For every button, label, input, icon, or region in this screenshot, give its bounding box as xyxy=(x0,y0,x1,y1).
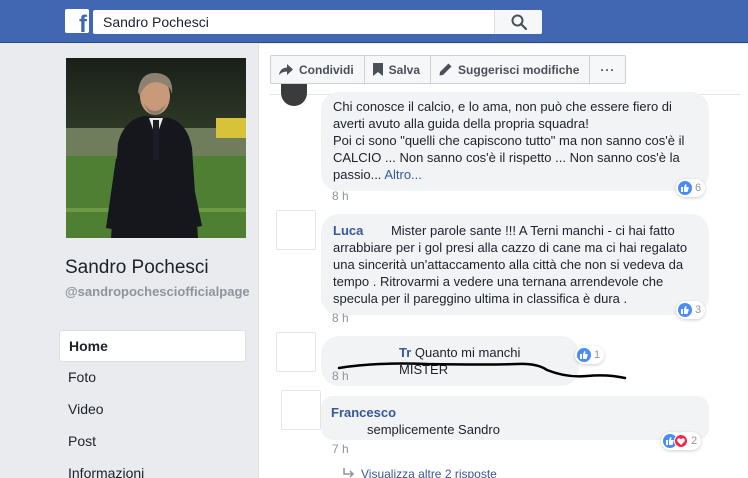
suggest-edits-label: Suggerisci modifiche xyxy=(458,62,580,77)
avatar[interactable] xyxy=(276,332,316,372)
search-icon xyxy=(511,14,527,30)
comment-text-line: passio... xyxy=(333,167,382,182)
avatar[interactable] xyxy=(276,210,316,250)
redaction-scribble xyxy=(337,362,627,380)
reactions-badge[interactable]: 2 xyxy=(661,432,702,450)
view-more-replies-label: Visualizza altre 2 risposte xyxy=(361,467,497,478)
comment-text: Mister parole sante !!! A Terni manchi -… xyxy=(333,223,688,306)
nav-item-video[interactable]: Video xyxy=(59,394,246,426)
comment-bubble: Francesco semplicemente Sandro xyxy=(321,396,709,440)
see-more-link[interactable]: Altro... xyxy=(384,167,422,182)
share-label: Condividi xyxy=(299,62,354,77)
comment-bubble: Chi conosce il calcio, e lo ama, non può… xyxy=(321,92,709,191)
page-title[interactable]: Sandro Pochesci xyxy=(65,257,209,279)
page-handle[interactable]: @sandropochescio​fficialp​age xyxy=(65,284,251,300)
nav-item-post[interactable]: Post xyxy=(59,426,246,458)
reactions-badge[interactable]: 3 xyxy=(676,301,706,319)
like-icon xyxy=(678,303,692,317)
bookmark-icon xyxy=(372,63,383,76)
comment-bubble: Luca Mister parole sante !!! A Terni man… xyxy=(321,214,709,315)
profile-photo-image xyxy=(66,58,246,238)
nav-item-foto[interactable]: Foto xyxy=(59,362,246,394)
comment-timestamp[interactable]: 8 h xyxy=(332,311,349,325)
suggest-edits-button[interactable]: Suggerisci modifiche xyxy=(430,55,591,84)
comment-text-line: averti avuto alla guida della propria sq… xyxy=(333,116,589,131)
comment-author[interactable]: Francesco xyxy=(331,404,697,421)
pencil-icon xyxy=(439,63,452,76)
action-bar: Condividi Salva Suggerisci modifiche ··· xyxy=(270,55,627,84)
profile-photo[interactable] xyxy=(66,58,246,238)
more-icon: ··· xyxy=(600,62,616,77)
reaction-count: 3 xyxy=(695,304,702,316)
nav-item-informazioni[interactable]: Informazioni xyxy=(59,458,246,478)
top-bar: f xyxy=(0,0,748,43)
facebook-logo[interactable]: f xyxy=(65,9,89,33)
like-icon xyxy=(678,181,692,195)
facebook-logo-letter: f xyxy=(79,11,87,34)
reaction-count: 6 xyxy=(695,182,702,194)
more-options-button[interactable]: ··· xyxy=(589,55,627,84)
page-nav: Home Foto Video Post Informazioni xyxy=(59,330,246,478)
save-label: Salva xyxy=(388,62,421,77)
reactions-badge[interactable]: 6 xyxy=(676,179,706,197)
avatar[interactable] xyxy=(281,390,321,430)
comments-panel: Condividi Salva Suggerisci modifiche ···… xyxy=(258,44,748,478)
comment-text-line: CALCIO ... Non sanno cos'è il rispetto .… xyxy=(333,150,680,165)
share-button[interactable]: Condividi xyxy=(270,55,365,84)
comment-author[interactable]: Luca xyxy=(333,223,363,238)
comment-timestamp[interactable]: 8 h xyxy=(332,189,349,203)
save-button[interactable]: Salva xyxy=(363,55,432,84)
nav-item-home[interactable]: Home xyxy=(59,330,246,362)
love-icon xyxy=(674,434,688,448)
share-icon xyxy=(279,63,293,75)
comment-timestamp[interactable]: 7 h xyxy=(332,442,349,456)
comment-text-line: Chi conosce il calcio, e lo ama, non può… xyxy=(333,99,672,114)
comment-text: semplicemente Sandro xyxy=(367,422,500,437)
search-button[interactable] xyxy=(494,10,542,34)
reaction-count: 2 xyxy=(691,435,698,447)
view-more-replies-link[interactable]: Visualizza altre 2 risposte xyxy=(343,467,497,478)
comment-text-line: Poi ci sono "quelli che capiscono tutto"… xyxy=(333,133,685,148)
avatar[interactable] xyxy=(281,84,307,106)
search-bar xyxy=(93,10,542,34)
comment-author[interactable]: Tr xyxy=(399,345,411,360)
reply-arrow-icon xyxy=(343,468,355,478)
search-input[interactable] xyxy=(93,10,493,34)
